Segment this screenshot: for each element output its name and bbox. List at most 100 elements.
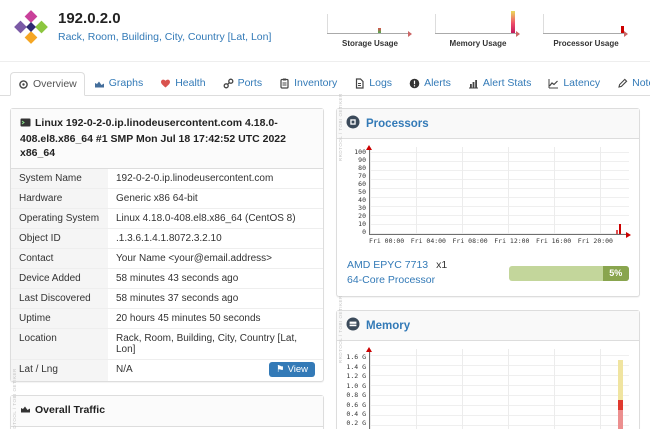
memory-card: Memory RRDTOOL / TOBI OETIKER 1.6 G1.4 G… <box>336 310 640 429</box>
overview-icon <box>18 79 29 90</box>
processors-xtick-labels: Fri 00:00Fri 04:00Fri 08:00Fri 12:00Fri … <box>369 237 629 245</box>
device-tabbar: Overview Graphs Health Ports Inventory L… <box>0 62 650 96</box>
cpu-count: x1 <box>436 259 447 271</box>
tick-label: 100 <box>354 148 366 156</box>
table-row: Uptime20 hours 45 minutes 50 seconds <box>11 309 323 329</box>
pencil-icon <box>617 78 628 89</box>
tick-label: 0.6 G <box>346 401 366 409</box>
view-location-button[interactable]: ⚑View <box>269 362 315 377</box>
table-row: Lat / Lng N/A ⚑View <box>11 360 323 382</box>
overall-traffic-header: Overall Traffic <box>11 396 323 427</box>
bar-chart-icon <box>468 78 479 89</box>
graph-watermark: RRDTOOL / TOBI OETIKER <box>338 93 343 161</box>
processors-plot-area <box>369 147 629 235</box>
tab-label: Health <box>175 77 205 89</box>
tab-label: Logs <box>369 77 392 89</box>
link-icon <box>223 78 234 89</box>
tab-label: Ports <box>238 77 263 89</box>
centos-os-logo-icon <box>14 10 48 44</box>
device-info-card: Linux 192-0-2-0.ip.linodeusercontent.com… <box>10 108 324 382</box>
tick-label: 0.8 G <box>346 391 366 399</box>
processors-header: Processors <box>337 109 639 139</box>
tab-latency[interactable]: Latency <box>540 71 608 95</box>
tab-alerts[interactable]: Alerts <box>401 71 459 95</box>
attr-label: System Name <box>11 169 108 189</box>
tick-label: 50 <box>358 188 366 196</box>
cpu-name-link[interactable]: AMD EPYC 7713 <box>347 259 428 271</box>
table-row: LocationRack, Room, Building, City, Coun… <box>11 329 323 360</box>
processors-graph[interactable]: RRDTOOL / TOBI OETIKER 10090807060504030… <box>337 139 639 251</box>
memory-graph[interactable]: RRDTOOL / TOBI OETIKER 1.6 G1.4 G1.2 G1.… <box>337 341 639 429</box>
attr-value: .1.3.6.1.4.1.8072.3.2.10 <box>108 229 323 249</box>
processor-usage-sparkline <box>541 10 631 38</box>
attr-label: Location <box>11 329 108 360</box>
overall-traffic-card: Overall Traffic RRDTOOL / TOBI OETIKER 1… <box>10 395 324 429</box>
tab-health[interactable]: Health <box>152 71 213 95</box>
attr-label: Operating System <box>11 209 108 229</box>
tick-label: 0.2 G <box>346 419 366 427</box>
table-row: Last Discovered58 minutes 37 seconds ago <box>11 289 323 309</box>
cpu-usage-percent: 5% <box>609 268 622 278</box>
cpu-description: 64-Core Processor <box>347 274 435 286</box>
tick-label: 60 <box>358 180 366 188</box>
clipboard-icon <box>279 78 290 89</box>
flag-icon: ⚑ <box>276 364 285 375</box>
tab-label: Inventory <box>294 77 337 89</box>
device-info-header: Linux 192-0-2-0.ip.linodeusercontent.com… <box>11 109 323 169</box>
attr-value: 20 hours 45 minutes 50 seconds <box>108 309 323 329</box>
memory-ytick-labels: 1.6 G1.4 G1.2 G1.0 G0.8 G0.6 G0.4 G0.2 G <box>339 349 369 429</box>
tick-label: 1.4 G <box>346 363 366 371</box>
tick-label: 0 <box>362 228 366 236</box>
tab-ports[interactable]: Ports <box>215 71 271 95</box>
attr-label: Lat / Lng <box>11 360 108 382</box>
attr-value: Generic x86 64-bit <box>108 189 323 209</box>
memory-icon <box>346 317 360 334</box>
memory-usage-label: Memory Usage <box>450 39 507 48</box>
tab-alert-stats[interactable]: Alert Stats <box>460 71 539 95</box>
attr-label: Contact <box>11 249 108 269</box>
table-row: System Name192-0-2-0.ip.linodeuserconten… <box>11 169 323 189</box>
tick-label: Fri 04:00 <box>411 237 446 245</box>
table-row: Operating SystemLinux 4.18.0-408.el8.x86… <box>11 209 323 229</box>
tab-label: Overview <box>33 78 77 90</box>
overall-traffic-title: Overall Traffic <box>35 404 105 416</box>
memory-usage-minigraph[interactable]: Memory Usage <box>432 10 524 48</box>
processors-ytick-labels: 1009080706050403020100 <box>339 147 369 235</box>
attr-value: Linux 4.18.0-408.el8.x86_64 (CentOS 8) <box>108 209 323 229</box>
processor-usage-minigraph[interactable]: Processor Usage <box>540 10 632 48</box>
processor-usage-spike <box>619 224 621 234</box>
device-attributes-table: System Name192-0-2-0.ip.linodeuserconten… <box>11 169 323 381</box>
tick-label: 1.0 G <box>346 382 366 390</box>
storage-usage-minigraph[interactable]: Storage Usage <box>324 10 416 48</box>
tick-label: 30 <box>358 204 366 212</box>
memory-usage-sparkline <box>433 10 523 38</box>
tab-inventory[interactable]: Inventory <box>271 71 345 95</box>
tab-logs[interactable]: Logs <box>346 71 400 95</box>
graph-watermark: RRDTOOL / TOBI OETIKER <box>338 296 343 364</box>
processor-usage-label: Processor Usage <box>553 39 618 48</box>
line-chart-icon <box>548 78 559 89</box>
tick-label: Fri 08:00 <box>453 237 488 245</box>
view-button-label: View <box>288 364 308 375</box>
tick-label: 1.6 G <box>346 353 366 361</box>
tick-label: 10 <box>358 220 366 228</box>
cpu-row: AMD EPYC 7713 x1 64-Core Processor 5% <box>337 251 639 296</box>
attr-value: N/A ⚑View <box>108 360 323 382</box>
device-header: 192.0.2.0 Rack, Room, Building, City, Co… <box>0 0 650 62</box>
device-sysdescr: Linux 192-0-2-0.ip.linodeusercontent.com… <box>20 117 286 159</box>
tab-notes[interactable]: Notes <box>609 71 650 95</box>
graph-watermark: RRDTOOL / TOBI OETIKER <box>12 368 17 429</box>
device-location-link[interactable]: Rack, Room, Building, City, Country [Lat… <box>58 31 271 43</box>
tab-label: Alerts <box>424 77 451 89</box>
cpu-usage-bar: 5% <box>509 266 629 281</box>
tick-label: Fri 16:00 <box>536 237 571 245</box>
heart-icon <box>160 78 171 89</box>
tick-label: 40 <box>358 196 366 204</box>
processors-card: Processors RRDTOOL / TOBI OETIKER 100908… <box>336 108 640 297</box>
tab-graphs[interactable]: Graphs <box>86 71 151 95</box>
tab-overview[interactable]: Overview <box>10 72 85 96</box>
graphs-icon <box>94 78 105 89</box>
tick-label: 70 <box>358 172 366 180</box>
alert-circle-icon <box>409 78 420 89</box>
attr-value: 58 minutes 43 seconds ago <box>108 269 323 289</box>
